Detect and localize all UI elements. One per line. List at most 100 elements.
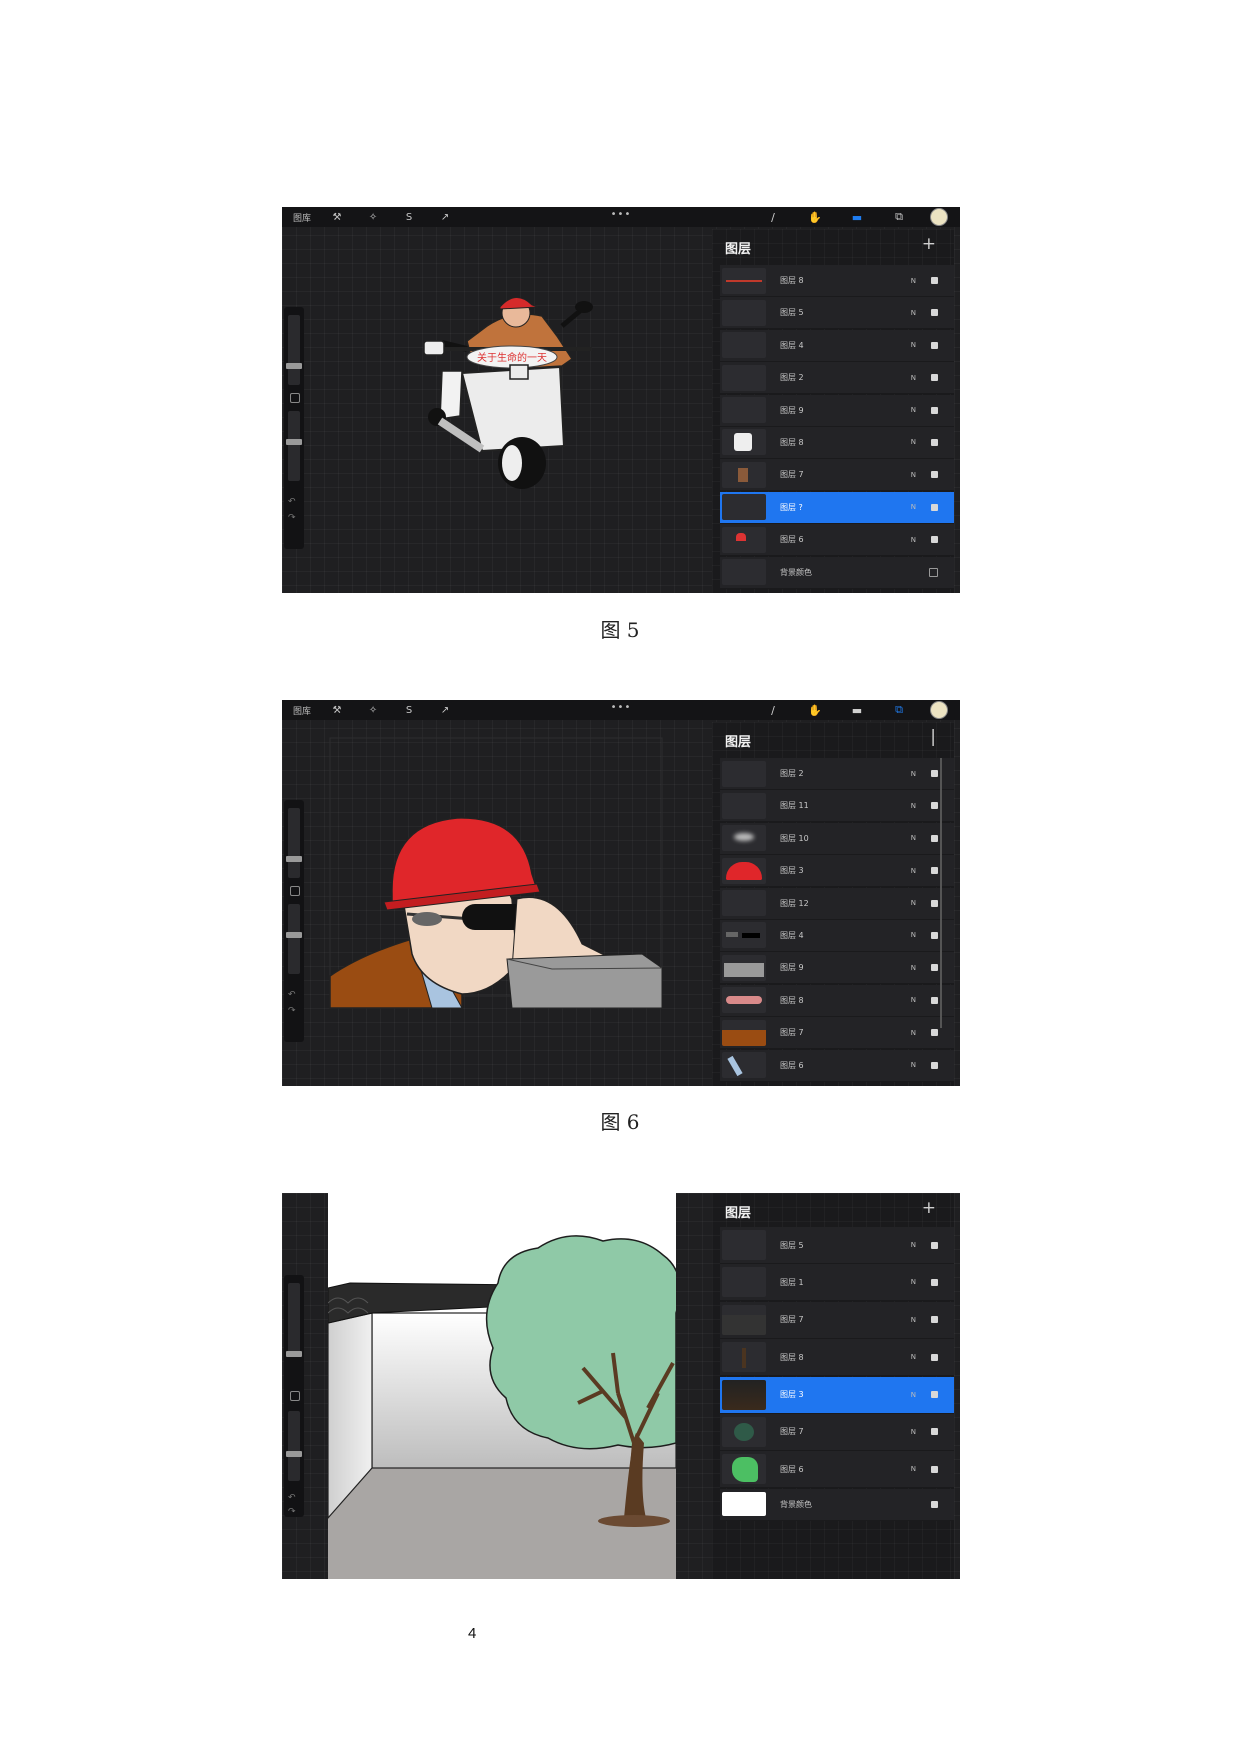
visibility-checkbox[interactable]	[931, 503, 938, 511]
layer-list-scrollbar[interactable]	[940, 758, 942, 1028]
redo-icon[interactable]: ↷	[288, 1507, 296, 1517]
modify-button-icon[interactable]	[290, 886, 300, 896]
visibility-checkbox[interactable]	[931, 1353, 938, 1361]
visibility-checkbox[interactable]	[931, 471, 938, 479]
add-layer-icon[interactable]: +	[922, 1198, 936, 1218]
layer-row[interactable]: 图层 5 N	[720, 1227, 954, 1264]
layer-row[interactable]: 图层 2 N	[720, 362, 954, 395]
layer-row[interactable]: 图层 6 N	[720, 1451, 954, 1489]
layer-row[interactable]: 图层 9 N	[720, 394, 954, 427]
opacity-slider-knob[interactable]	[286, 439, 302, 445]
eraser-icon[interactable]: ▬	[846, 704, 868, 717]
selection-icon[interactable]: S	[399, 705, 419, 716]
more-dots-icon[interactable]: •••	[611, 209, 632, 220]
undo-icon[interactable]: ↶	[288, 990, 296, 1000]
visibility-checkbox[interactable]	[931, 834, 938, 842]
blend-mode[interactable]: N	[911, 770, 916, 778]
blend-mode[interactable]: N	[911, 1029, 916, 1037]
size-slider[interactable]	[288, 315, 300, 385]
visibility-checkbox[interactable]	[931, 1391, 938, 1399]
wrench-icon[interactable]: ⚒	[327, 212, 347, 223]
blend-mode[interactable]: N	[911, 406, 916, 414]
selection-icon[interactable]: S	[399, 212, 419, 223]
layer-row[interactable]: 图层 8 N	[720, 426, 954, 459]
visibility-checkbox[interactable]	[931, 899, 938, 907]
layer-row[interactable]: 图层 7 N	[720, 1301, 954, 1339]
blend-mode[interactable]: N	[911, 438, 916, 446]
visibility-checkbox[interactable]	[929, 567, 938, 577]
transform-arrow-icon[interactable]: ↗	[435, 212, 455, 223]
size-slider[interactable]	[288, 808, 300, 878]
size-slider-knob[interactable]	[286, 1351, 302, 1357]
blend-mode[interactable]: N	[911, 1428, 916, 1436]
layer-row[interactable]: 图层 6 N	[720, 1049, 954, 1082]
blend-mode[interactable]: N	[911, 536, 916, 544]
blend-mode[interactable]: N	[911, 309, 916, 317]
blend-mode[interactable]: N	[911, 867, 916, 875]
layer-row[interactable]: 图层 5 N	[720, 297, 954, 330]
eraser-icon[interactable]: ▬	[846, 211, 868, 224]
layer-row[interactable]: 图层 11 N	[720, 790, 954, 823]
magic-wand-icon[interactable]: ✧	[363, 212, 383, 223]
blend-mode[interactable]: N	[911, 341, 916, 349]
blend-mode[interactable]: N	[911, 931, 916, 939]
opacity-slider[interactable]	[288, 904, 300, 974]
visibility-checkbox[interactable]	[931, 1278, 938, 1286]
color-picker-icon[interactable]	[930, 701, 948, 719]
visibility-checkbox[interactable]	[931, 1465, 938, 1473]
layer-row-background[interactable]: 背景颜色	[720, 556, 954, 589]
blend-mode[interactable]: N	[911, 964, 916, 972]
visibility-checkbox[interactable]	[931, 770, 938, 777]
blend-mode[interactable]: N	[911, 899, 916, 907]
smudge-icon[interactable]: ✋	[804, 211, 826, 224]
visibility-checkbox[interactable]	[931, 931, 938, 939]
layer-row[interactable]: 图层 1 N	[720, 1264, 954, 1302]
opacity-slider[interactable]	[288, 1411, 300, 1481]
gallery-button[interactable]: 图库	[293, 704, 311, 717]
add-layer-icon[interactable]: |	[930, 727, 936, 747]
redo-icon[interactable]: ↷	[288, 513, 296, 523]
visibility-checkbox[interactable]	[931, 309, 938, 317]
brush-icon[interactable]: ∕	[762, 704, 784, 717]
opacity-slider-knob[interactable]	[286, 1451, 302, 1457]
layer-row[interactable]: 图层 8 N	[720, 984, 954, 1017]
canvas[interactable]	[312, 724, 712, 1084]
blend-mode[interactable]: N	[911, 1353, 916, 1361]
blend-mode[interactable]: N	[911, 1316, 916, 1324]
layer-row[interactable]: 图层 6 N	[720, 524, 954, 557]
layer-row-selected[interactable]: 图层 3 N	[720, 1376, 954, 1414]
visibility-checkbox[interactable]	[931, 374, 938, 382]
smudge-icon[interactable]: ✋	[804, 704, 826, 717]
visibility-checkbox[interactable]	[931, 1316, 938, 1324]
more-dots-icon[interactable]: •••	[611, 702, 632, 713]
layer-row-background[interactable]: 背景颜色	[720, 1488, 954, 1521]
layers-icon[interactable]: ⧉	[888, 703, 910, 717]
add-layer-icon[interactable]: +	[922, 234, 936, 254]
blend-mode[interactable]: N	[911, 1465, 916, 1473]
gallery-button[interactable]: 图库	[293, 211, 311, 224]
canvas[interactable]	[327, 1193, 681, 1579]
visibility-checkbox[interactable]	[931, 341, 938, 349]
brush-icon[interactable]: ∕	[762, 211, 784, 224]
layer-row[interactable]: 图层 7 N	[720, 1017, 954, 1050]
blend-mode[interactable]: N	[911, 503, 916, 511]
size-slider-knob[interactable]	[286, 363, 302, 369]
magic-wand-icon[interactable]: ✧	[363, 705, 383, 716]
blend-mode[interactable]: N	[911, 277, 916, 285]
layer-row[interactable]: 图层 7 N	[720, 1413, 954, 1451]
visibility-checkbox[interactable]	[931, 1241, 938, 1249]
redo-icon[interactable]: ↷	[288, 1006, 296, 1016]
size-slider[interactable]	[288, 1283, 300, 1353]
blend-mode[interactable]: N	[911, 996, 916, 1004]
modify-button-icon[interactable]	[290, 1391, 300, 1401]
visibility-checkbox[interactable]	[931, 1061, 938, 1069]
layer-row[interactable]: 图层 9 N	[720, 952, 954, 985]
blend-mode[interactable]: N	[911, 471, 916, 479]
layer-row[interactable]: 图层 8 N	[720, 1339, 954, 1377]
opacity-slider[interactable]	[288, 411, 300, 481]
visibility-checkbox[interactable]	[931, 996, 938, 1004]
undo-icon[interactable]: ↶	[288, 497, 296, 507]
undo-icon[interactable]: ↶	[288, 1493, 296, 1503]
transform-arrow-icon[interactable]: ↗	[435, 705, 455, 716]
size-slider-knob[interactable]	[286, 856, 302, 862]
